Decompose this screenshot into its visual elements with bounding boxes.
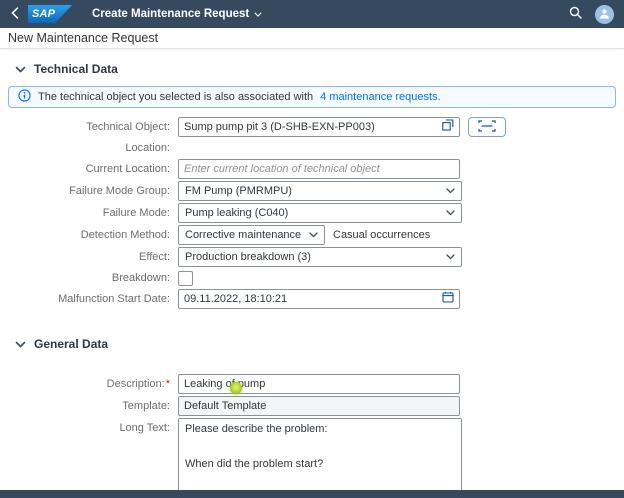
search-button[interactable] — [569, 6, 582, 22]
failure-mode-select[interactable]: Pump leaking (C040) — [178, 203, 462, 223]
chevron-down-icon — [254, 8, 262, 20]
template-label: Template: — [122, 400, 170, 412]
effect-select[interactable]: Production breakdown (3) — [178, 247, 462, 267]
footer-bar — [0, 490, 624, 498]
section-title: General Data — [34, 337, 109, 351]
person-icon — [599, 7, 610, 22]
section-title: Technical Data — [34, 62, 118, 76]
app-title-text: Create Maintenance Request — [92, 8, 250, 20]
description-input[interactable] — [184, 375, 454, 393]
form-row: Current Location: — [0, 159, 624, 179]
app-window: SAP Create Maintenance Request New Maint… — [0, 0, 624, 498]
form-row: Breakdown: — [0, 269, 624, 287]
info-message-text: The technical object you selected is als… — [38, 91, 314, 103]
malfunction-start-date-label: Malfunction Start Date: — [58, 293, 170, 305]
sap-logo: SAP — [28, 5, 72, 23]
current-location-input[interactable] — [184, 160, 454, 178]
chevron-left-icon — [11, 6, 19, 22]
search-icon — [569, 6, 582, 22]
general-data-form: Description:* Template: Lo — [0, 374, 624, 498]
form-row: Template: — [0, 396, 624, 416]
info-icon — [18, 89, 31, 105]
chevron-down-icon — [446, 185, 455, 197]
current-location-field — [178, 159, 460, 179]
form-row: Failure Mode Group: FM Pump (PMRMPU) — [0, 181, 624, 201]
long-text-textarea[interactable]: Please describe the problem: When did th… — [178, 418, 462, 498]
malfunction-start-date-field — [178, 289, 460, 309]
technical-data-form: Technical Object: Lo — [0, 117, 624, 309]
template-field — [178, 396, 460, 416]
breakdown-label: Breakdown: — [111, 272, 170, 284]
form-row: Failure Mode: Pump leaking (C040) — [0, 203, 624, 223]
current-location-label: Current Location: — [85, 163, 170, 175]
technical-object-field — [178, 117, 460, 137]
page-title-bar: New Maintenance Request — [0, 28, 624, 49]
chevron-down-icon — [446, 207, 455, 219]
malfunction-start-date-input[interactable] — [184, 290, 442, 308]
form-row: Detection Method: Corrective maintenance… — [0, 225, 624, 245]
avatar[interactable] — [595, 4, 614, 24]
failure-mode-group-select[interactable]: FM Pump (PMRMPU) — [178, 181, 462, 201]
form-row: Long Text: Please describe the problem: … — [0, 418, 624, 498]
detection-method-note: Casual occurrences — [333, 229, 431, 241]
form-row: Description:* — [0, 374, 624, 394]
failure-mode-label: Failure Mode: — [102, 207, 170, 219]
form-row: Technical Object: — [0, 117, 624, 137]
form-row: Malfunction Start Date: — [0, 289, 624, 309]
chevron-down-icon — [446, 251, 455, 263]
location-label: Location: — [125, 142, 170, 154]
technical-object-label: Technical Object: — [86, 121, 170, 133]
effect-value: Production breakdown (3) — [185, 251, 311, 263]
section-collapse-icon — [15, 335, 26, 353]
required-indicator: * — [165, 378, 170, 390]
template-input[interactable] — [184, 397, 454, 415]
barcode-scan-icon — [478, 119, 496, 135]
section-header-general-data[interactable]: General Data — [0, 311, 624, 360]
chevron-down-icon — [309, 229, 318, 241]
section-header-technical-data[interactable]: Technical Data — [0, 49, 624, 85]
calendar-icon[interactable] — [442, 290, 454, 308]
section-technical-data: Technical Data The technical object you … — [0, 49, 624, 309]
detection-method-value: Corrective maintenance — [185, 229, 302, 241]
description-label: Description:* — [106, 378, 170, 390]
value-help-icon[interactable] — [442, 118, 454, 136]
maintenance-requests-link[interactable]: 4 maintenance requests. — [320, 91, 440, 103]
sap-logo-text: SAP — [32, 8, 56, 20]
long-text-label: Long Text: — [119, 422, 170, 434]
breakdown-checkbox[interactable] — [178, 270, 193, 286]
back-button[interactable] — [6, 5, 28, 24]
description-field — [178, 374, 460, 394]
shell-bar: SAP Create Maintenance Request — [0, 0, 624, 28]
info-message-strip: The technical object you selected is als… — [8, 86, 616, 108]
failure-mode-group-value: FM Pump (PMRMPU) — [185, 185, 292, 197]
section-collapse-icon — [15, 60, 26, 78]
detection-method-select[interactable]: Corrective maintenance — [178, 225, 325, 245]
barcode-scan-button[interactable] — [468, 117, 506, 137]
failure-mode-group-label: Failure Mode Group: — [69, 185, 170, 197]
effect-label: Effect: — [139, 251, 170, 263]
page-title: New Maintenance Request — [8, 31, 159, 45]
form-row: Effect: Production breakdown (3) — [0, 247, 624, 267]
technical-object-input[interactable] — [184, 118, 442, 136]
failure-mode-value: Pump leaking (C040) — [185, 207, 289, 219]
detection-method-label: Detection Method: — [80, 229, 170, 241]
section-general-data: General Data Description:* Template: — [0, 311, 624, 498]
app-title-menu[interactable]: Create Maintenance Request — [86, 7, 268, 21]
form-row: Location: — [0, 139, 624, 157]
